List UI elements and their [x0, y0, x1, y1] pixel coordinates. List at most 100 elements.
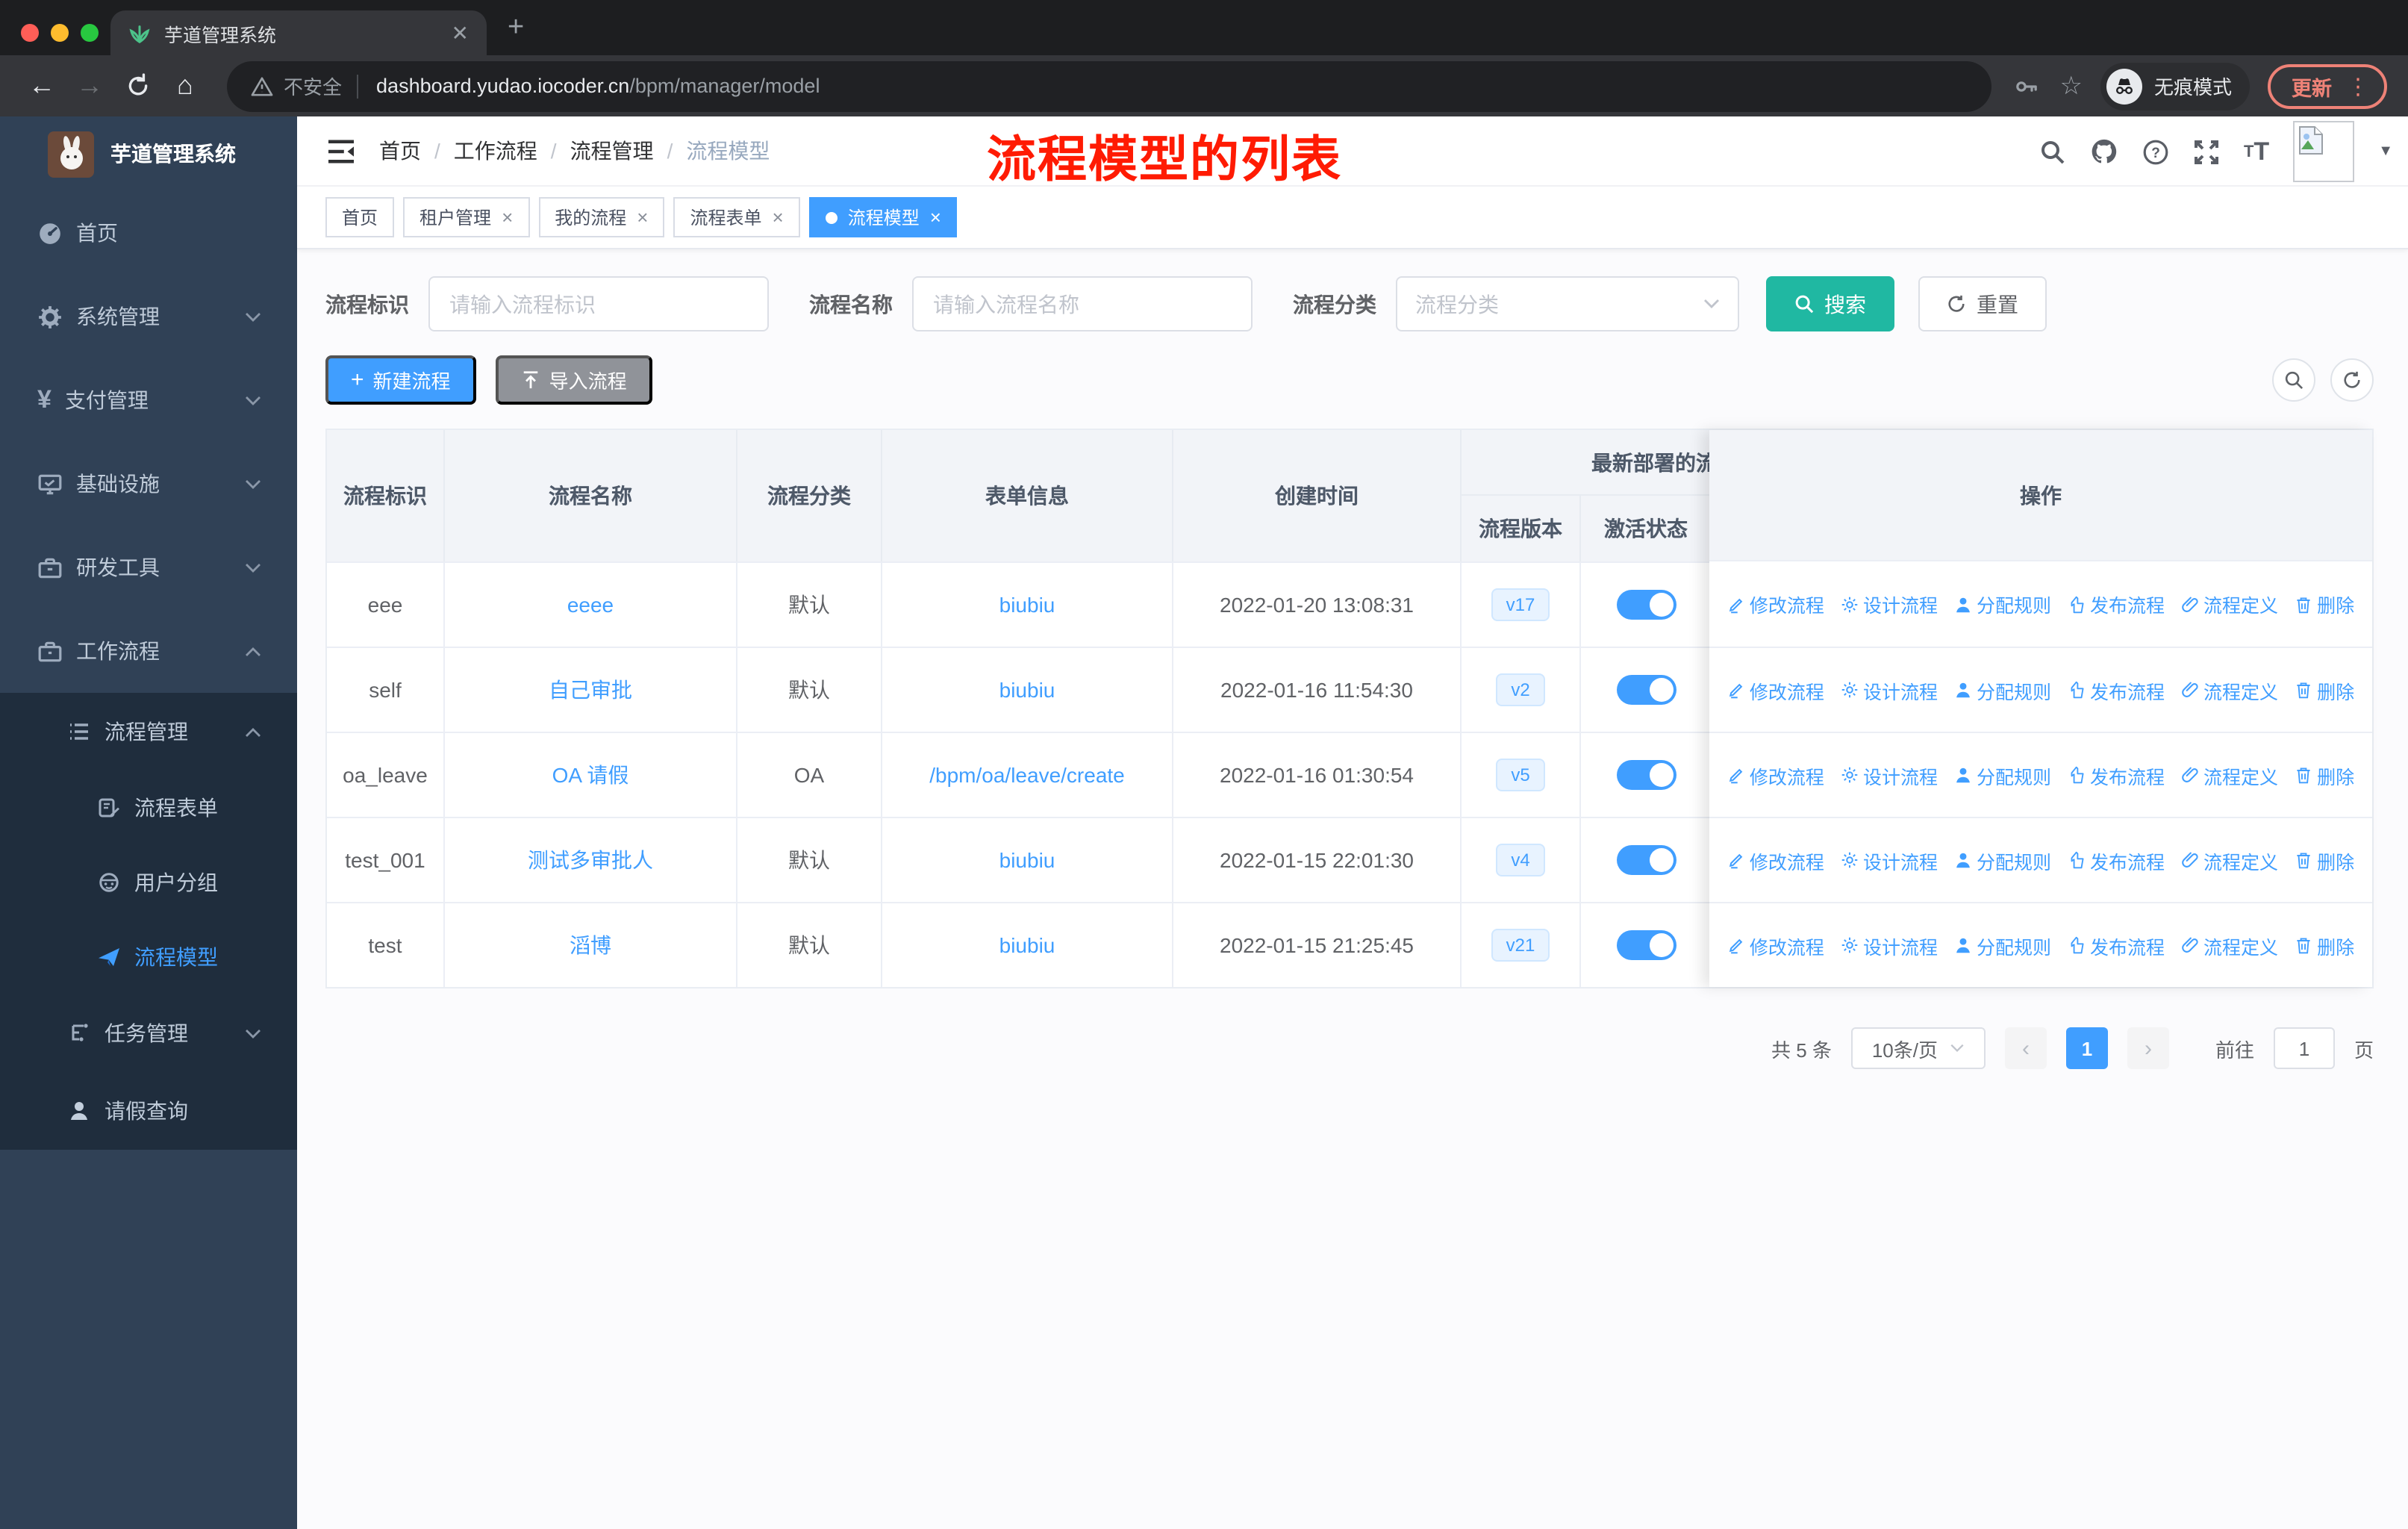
modify-process-link[interactable]: 修改流程 — [1727, 846, 1824, 874]
process-definition-link[interactable]: 流程定义 — [2181, 931, 2278, 959]
version-badge[interactable]: v2 — [1496, 673, 1545, 706]
publish-process-link[interactable]: 发布流程 — [2068, 846, 2165, 874]
design-process-link[interactable]: 设计流程 — [1841, 676, 1938, 704]
tag-process-form[interactable]: 流程表单 × — [673, 197, 800, 237]
form-info-link[interactable]: biubiu — [999, 593, 1055, 617]
page-number-1[interactable]: 1 — [2065, 1027, 2108, 1069]
active-toggle[interactable] — [1616, 845, 1676, 875]
breadcrumb-process-mgmt[interactable]: 流程管理 — [570, 136, 654, 166]
sidebar-item-process-management[interactable]: 流程管理 — [0, 693, 297, 770]
publish-process-link[interactable]: 发布流程 — [2068, 590, 2165, 618]
caret-down-icon[interactable]: ▼ — [2378, 143, 2393, 160]
url-path[interactable]: /bpm/manager/model — [629, 75, 820, 97]
assign-rule-link[interactable]: 分配规则 — [1954, 676, 2051, 704]
close-icon[interactable]: × — [637, 206, 648, 228]
sidebar-item-process-form[interactable]: 流程表单 — [0, 770, 297, 845]
close-icon[interactable]: × — [502, 206, 513, 228]
process-name-link[interactable]: 测试多审批人 — [528, 845, 653, 875]
help-icon[interactable]: ? — [2142, 138, 2169, 165]
sidebar-item-leave-query[interactable]: 请假查询 — [0, 1072, 297, 1150]
github-icon[interactable] — [2090, 137, 2118, 166]
assign-rule-link[interactable]: 分配规则 — [1954, 931, 2051, 959]
sidebar-item-devtools[interactable]: 研发工具 — [0, 526, 297, 609]
refresh-table-button[interactable] — [2330, 358, 2374, 402]
forward-icon[interactable]: → — [69, 70, 110, 102]
address-bar[interactable]: 不安全 dashboard.yudao.iocoder.cn/bpm/manag… — [227, 60, 1991, 111]
import-process-button[interactable]: 导入流程 — [495, 355, 652, 405]
create-process-button[interactable]: + 新建流程 — [325, 355, 476, 405]
publish-process-link[interactable]: 发布流程 — [2068, 931, 2165, 959]
tab-close-icon[interactable]: ✕ — [452, 20, 469, 46]
process-id-input[interactable] — [428, 276, 769, 331]
window-controls[interactable] — [21, 24, 99, 42]
version-badge[interactable]: v21 — [1491, 929, 1550, 962]
modify-process-link[interactable]: 修改流程 — [1727, 676, 1824, 704]
back-icon[interactable]: ← — [21, 70, 63, 102]
process-name-input[interactable] — [912, 276, 1253, 331]
design-process-link[interactable]: 设计流程 — [1841, 931, 1938, 959]
publish-process-link[interactable]: 发布流程 — [2068, 761, 2165, 789]
window-close-button[interactable] — [21, 24, 39, 42]
assign-rule-link[interactable]: 分配规则 — [1954, 590, 2051, 618]
design-process-link[interactable]: 设计流程 — [1841, 846, 1938, 874]
tag-my-process[interactable]: 我的流程 × — [538, 197, 665, 237]
sidebar-toggle-icon[interactable] — [327, 138, 355, 164]
publish-process-link[interactable]: 发布流程 — [2068, 676, 2165, 704]
modify-process-link[interactable]: 修改流程 — [1727, 590, 1824, 618]
active-toggle[interactable] — [1616, 930, 1676, 960]
active-toggle[interactable] — [1616, 590, 1676, 620]
form-info-link[interactable]: biubiu — [999, 848, 1055, 872]
process-name-link[interactable]: 滔博 — [570, 930, 611, 960]
logo[interactable]: 芋道管理系统 — [0, 116, 297, 191]
window-zoom-button[interactable] — [81, 24, 99, 42]
process-definition-link[interactable]: 流程定义 — [2181, 676, 2278, 704]
tag-home[interactable]: 首页 — [325, 197, 395, 237]
breadcrumb-workflow[interactable]: 工作流程 — [454, 136, 537, 166]
home-icon[interactable]: ⌂ — [164, 70, 206, 102]
active-toggle[interactable] — [1616, 675, 1676, 705]
form-info-link[interactable]: /bpm/oa/leave/create — [929, 763, 1125, 787]
sidebar-item-system[interactable]: 系统管理 — [0, 275, 297, 358]
next-page-button[interactable]: › — [2127, 1027, 2169, 1069]
sidebar-item-process-model[interactable]: 流程模型 — [0, 920, 297, 994]
version-badge[interactable]: v4 — [1496, 844, 1545, 876]
close-icon[interactable]: × — [930, 206, 941, 228]
process-definition-link[interactable]: 流程定义 — [2181, 590, 2278, 618]
goto-page-input[interactable] — [2273, 1027, 2335, 1069]
process-name-link[interactable]: eeee — [567, 593, 614, 617]
form-info-link[interactable]: biubiu — [999, 678, 1055, 702]
sidebar-item-task-management[interactable]: 任务管理 — [0, 994, 297, 1072]
process-definition-link[interactable]: 流程定义 — [2181, 761, 2278, 789]
key-icon[interactable] — [2012, 72, 2039, 99]
close-icon[interactable]: × — [773, 206, 784, 228]
design-process-link[interactable]: 设计流程 — [1841, 590, 1938, 618]
url-domain[interactable]: dashboard.yudao.iocoder.cn — [376, 75, 629, 97]
sidebar-item-home[interactable]: 首页 — [0, 191, 297, 275]
browser-menu-icon[interactable]: ⋮ — [2347, 72, 2369, 99]
version-badge[interactable]: v17 — [1491, 588, 1550, 621]
reload-icon[interactable] — [116, 73, 158, 99]
delete-link[interactable]: 删除 — [2295, 846, 2354, 874]
window-minimize-button[interactable] — [51, 24, 69, 42]
page-size-select[interactable]: 10条/页 — [1850, 1027, 1986, 1069]
sidebar-item-infrastructure[interactable]: 基础设施 — [0, 442, 297, 526]
breadcrumb-home[interactable]: 首页 — [379, 136, 421, 166]
reset-button[interactable]: 重置 — [1918, 276, 2047, 331]
new-tab-button[interactable]: + — [508, 12, 524, 45]
process-name-link[interactable]: OA 请假 — [552, 760, 629, 790]
avatar[interactable] — [2293, 121, 2355, 182]
delete-link[interactable]: 删除 — [2295, 761, 2354, 789]
delete-link[interactable]: 删除 — [2295, 676, 2354, 704]
update-button[interactable]: 更新 ⋮ — [2268, 63, 2387, 108]
modify-process-link[interactable]: 修改流程 — [1727, 761, 1824, 789]
toggle-search-button[interactable] — [2272, 358, 2315, 402]
font-size-icon[interactable]: TT — [2244, 137, 2269, 166]
active-toggle[interactable] — [1616, 760, 1676, 790]
delete-link[interactable]: 删除 — [2295, 590, 2354, 618]
process-name-link[interactable]: 自己审批 — [549, 675, 632, 705]
sidebar-item-workflow[interactable]: 工作流程 — [0, 609, 297, 693]
assign-rule-link[interactable]: 分配规则 — [1954, 761, 2051, 789]
process-definition-link[interactable]: 流程定义 — [2181, 846, 2278, 874]
sidebar-item-payment[interactable]: ¥ 支付管理 — [0, 358, 297, 442]
search-icon[interactable] — [2039, 138, 2066, 165]
